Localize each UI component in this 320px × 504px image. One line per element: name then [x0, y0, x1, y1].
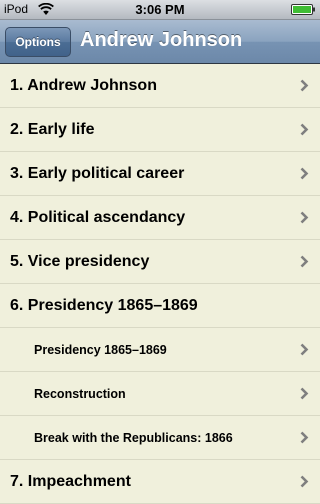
toc-section-item[interactable]: 1. Andrew Johnson — [0, 64, 320, 108]
battery-icon — [291, 4, 315, 15]
toc-item-label: 6. Presidency 1865–1869 — [10, 297, 198, 314]
toc-section-item[interactable]: 5. Vice presidency — [0, 240, 320, 284]
chevron-right-icon — [300, 123, 309, 136]
chevron-right-icon — [300, 255, 309, 268]
toc-subsection-item[interactable]: Presidency 1865–1869 — [0, 328, 320, 372]
chevron-right-icon — [300, 387, 309, 400]
toc-subsection-item[interactable]: Reconstruction — [0, 372, 320, 416]
toc-item-label: 3. Early political career — [10, 165, 185, 182]
toc-item-label: Presidency 1865–1869 — [34, 343, 167, 357]
toc-section-item[interactable]: 2. Early life — [0, 108, 320, 152]
toc-section-item[interactable]: 6. Presidency 1865–1869 — [0, 284, 320, 328]
table-of-contents: 1. Andrew Johnson 2. Early life 3. Early p… — [0, 64, 320, 504]
chevron-right-icon — [300, 431, 309, 444]
toc-section-item[interactable]: 7. Impeachment — [0, 460, 320, 504]
toc-item-label: 7. Impeachment — [10, 473, 131, 490]
options-button[interactable]: Options — [5, 27, 71, 57]
chevron-right-icon — [300, 167, 309, 180]
chevron-right-icon — [300, 79, 309, 92]
status-bar: iPod 3:06 PM — [0, 0, 320, 20]
toc-item-label: Break with the Republicans: 1866 — [34, 431, 233, 445]
chevron-right-icon — [300, 343, 309, 356]
status-time: 3:06 PM — [135, 2, 185, 17]
page-title: Andrew Johnson — [80, 29, 243, 51]
chevron-right-icon — [300, 211, 309, 224]
toc-item-label: 4. Political ascendancy — [10, 209, 186, 226]
chevron-right-icon — [300, 475, 309, 488]
toc-section-item[interactable]: 4. Political ascendancy — [0, 196, 320, 240]
navigation-bar: Options Andrew Johnson — [0, 20, 320, 64]
toc-subsection-item[interactable]: Break with the Republicans: 1866 — [0, 416, 320, 460]
toc-item-label: 5. Vice presidency — [10, 253, 150, 270]
toc-section-item[interactable]: 3. Early political career — [0, 152, 320, 196]
toc-item-label: Reconstruction — [34, 387, 126, 401]
toc-item-label: 1. Andrew Johnson — [10, 77, 157, 94]
toc-item-label: 2. Early life — [10, 121, 95, 138]
